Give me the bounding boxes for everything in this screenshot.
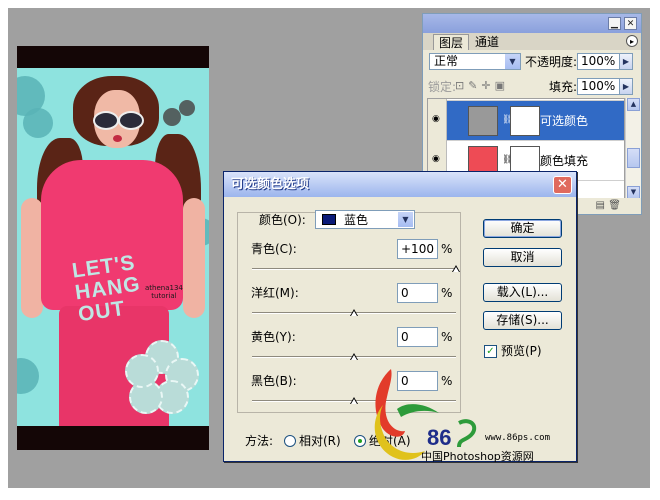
cyan-slider-thumb[interactable] bbox=[452, 265, 460, 272]
flower-decoration bbox=[125, 340, 199, 414]
background-flower bbox=[23, 108, 53, 138]
sunglasses-left bbox=[93, 111, 119, 130]
layer-name: 颜色填充 bbox=[540, 154, 589, 168]
logo-number: 86 bbox=[427, 425, 451, 450]
magenta-slider-thumb[interactable] bbox=[350, 309, 358, 316]
black-label: 黑色(B): bbox=[251, 374, 297, 388]
background-flower bbox=[17, 358, 39, 394]
yellow-label: 黄色(Y): bbox=[251, 330, 296, 344]
watermark-text: athena134 tutorial bbox=[145, 284, 183, 300]
background-flower bbox=[163, 108, 181, 126]
logo-url: www.86ps.com bbox=[485, 433, 550, 443]
cancel-button[interactable]: 取消 bbox=[483, 248, 562, 267]
lips bbox=[113, 135, 122, 142]
magenta-value-field[interactable]: 0 bbox=[397, 283, 438, 303]
fill-field[interactable]: 100% bbox=[577, 78, 621, 95]
lock-icons[interactable]: ⊡✎✛▣ bbox=[455, 79, 509, 93]
scrollbar-thumb[interactable] bbox=[627, 148, 640, 168]
cyan-value-field[interactable]: +100 bbox=[397, 239, 438, 259]
close-icon[interactable]: ✕ bbox=[553, 176, 572, 194]
visibility-cell[interactable]: ◉ bbox=[428, 101, 447, 141]
chevron-down-icon: ▼ bbox=[398, 212, 413, 227]
save-button[interactable]: 存储(S)... bbox=[483, 311, 562, 330]
dialog-title: 可选颜色选项 bbox=[231, 177, 310, 192]
opacity-label: 不透明度: bbox=[525, 55, 578, 69]
adjustment-layer-icon bbox=[468, 106, 498, 136]
percent-label: % bbox=[441, 286, 453, 300]
lock-label: 锁定: bbox=[428, 80, 457, 94]
blend-mode-value: 正常 bbox=[434, 54, 459, 68]
color-select-value: 蓝色 bbox=[344, 213, 369, 227]
percent-label: % bbox=[441, 242, 453, 256]
arm-left bbox=[21, 198, 43, 318]
shirt-print: LET'S HANG OUT bbox=[71, 251, 145, 326]
color-label: 颜色(O): bbox=[259, 213, 306, 227]
chevron-down-icon: ▼ bbox=[505, 54, 520, 69]
sunglasses-right bbox=[118, 111, 144, 130]
new-layer-icon[interactable]: ▤ bbox=[596, 200, 605, 211]
percent-label: % bbox=[441, 330, 453, 344]
minimize-icon[interactable]: ▁ bbox=[608, 17, 621, 30]
86ps-logo: 86 www.86ps.com 中国Photoshop资源网 bbox=[367, 367, 567, 467]
layer-mask-thumbnail bbox=[510, 106, 540, 136]
method-relative-label: 相对(R) bbox=[299, 434, 341, 448]
trash-icon[interactable]: 🗑 bbox=[608, 200, 621, 211]
ok-button[interactable]: 确定 bbox=[483, 219, 562, 238]
magenta-label: 洋红(M): bbox=[251, 286, 299, 300]
load-button[interactable]: 载入(L)... bbox=[483, 283, 562, 302]
arm-right bbox=[183, 198, 205, 318]
color-swatch bbox=[322, 214, 336, 225]
preview-label: 预览(P) bbox=[501, 344, 542, 358]
86ps-logo-graphic: 86 www.86ps.com 中国Photoshop资源网 bbox=[374, 369, 550, 463]
eye-icon[interactable]: ◉ bbox=[432, 114, 442, 124]
scroll-up-icon[interactable]: ▲ bbox=[627, 98, 640, 111]
yellow-slider-thumb[interactable] bbox=[350, 353, 358, 360]
fill-label: 填充: bbox=[549, 80, 578, 94]
photo-scene: LET'S HANG OUT athena134 tutorial bbox=[17, 68, 209, 426]
tab-layers[interactable]: 图层 bbox=[433, 34, 470, 50]
cyan-slider-track[interactable] bbox=[252, 268, 456, 270]
blend-mode-select[interactable]: 正常 ▼ bbox=[429, 53, 521, 70]
fill-arrow-icon[interactable]: ▶ bbox=[619, 78, 633, 95]
layer-list-scrollbar[interactable]: ▲ ▼ bbox=[625, 98, 641, 200]
preview-checkbox[interactable]: ✓ bbox=[484, 345, 497, 358]
background-flower bbox=[179, 100, 195, 116]
color-select[interactable]: 蓝色 ▼ bbox=[315, 210, 415, 229]
method-relative-radio[interactable] bbox=[284, 435, 296, 447]
opacity-arrow-icon[interactable]: ▶ bbox=[619, 53, 633, 70]
layer-row[interactable]: ◉ ⛓ 可选颜色 bbox=[428, 101, 624, 141]
tab-channels[interactable]: 通道 bbox=[470, 34, 504, 50]
dialog-titlebar[interactable]: 可选颜色选项 ✕ bbox=[224, 172, 576, 197]
watermark-line: athena134 bbox=[145, 284, 183, 292]
opacity-field[interactable]: 100% bbox=[577, 53, 621, 70]
layers-panel-titlebar[interactable]: ▁ ✕ bbox=[423, 14, 641, 33]
panel-menu-icon[interactable]: ▸ bbox=[626, 35, 638, 47]
eye-icon[interactable]: ◉ bbox=[432, 154, 442, 164]
cyan-label: 青色(C): bbox=[251, 242, 297, 256]
watermark-line: tutorial bbox=[151, 292, 177, 300]
flower-petal bbox=[125, 354, 159, 388]
layer-name: 可选颜色 bbox=[540, 114, 589, 128]
canvas-image: LET'S HANG OUT athena134 tutorial bbox=[17, 46, 209, 450]
method-label: 方法: bbox=[245, 434, 274, 448]
logo-tagline: 中国Photoshop资源网 bbox=[421, 449, 534, 463]
black-slider-thumb[interactable] bbox=[350, 397, 358, 404]
method-absolute-radio[interactable] bbox=[354, 435, 366, 447]
yellow-value-field[interactable]: 0 bbox=[397, 327, 438, 347]
layers-panel-tabs: 图层 通道 ▸ bbox=[423, 33, 641, 50]
close-icon[interactable]: ✕ bbox=[624, 17, 637, 30]
